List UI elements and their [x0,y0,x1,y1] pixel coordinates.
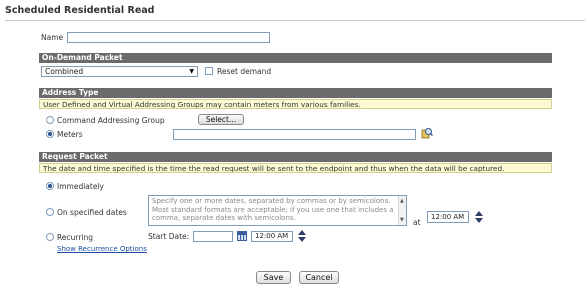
select-group-button[interactable]: Select... [198,114,244,125]
name-input[interactable] [67,32,270,43]
name-label: Name [41,33,64,42]
immediately-radio[interactable] [46,182,54,190]
textarea-scrollbar[interactable]: ▲ ▼ [398,196,406,225]
meter-lookup-icon[interactable] [421,127,433,139]
specified-dates-textarea[interactable]: Specify one or more dates, separated by … [148,195,407,226]
on-demand-packet-header: On-Demand Packet [39,53,552,63]
start-date-input[interactable] [193,231,233,242]
immediately-label: Immediately [57,182,104,191]
specified-time-input[interactable]: 12:00 AM [427,211,469,223]
at-label: at [413,218,421,227]
address-type-header: Address Type [39,88,552,98]
recurring-time-input[interactable]: 12:00 AM [251,231,293,242]
recurring-time-up-icon[interactable] [298,230,306,235]
page-title: Scheduled Residential Read [5,5,155,16]
recurring-label: Recurring [57,233,93,242]
recurring-time-spinner[interactable] [298,230,306,242]
request-packet-info: The date and time specified is the time … [39,163,552,173]
packet-type-value: Combined [45,67,84,76]
title-divider [5,20,585,21]
on-specified-dates-label: On specified dates [57,208,127,217]
address-type-info: User Defined and Virtual Addressing Grou… [39,99,552,109]
chevron-down-icon: ▼ [189,68,194,75]
command-addressing-group-label: Command Addressing Group [57,116,165,125]
reset-demand-label: Reset demand [217,67,272,76]
meters-input[interactable] [173,129,416,140]
time-up-icon[interactable] [475,211,483,216]
request-packet-header: Request Packet [39,152,552,162]
meters-radio[interactable] [46,130,54,138]
calendar-icon[interactable] [237,231,247,241]
reset-demand-checkbox[interactable] [205,67,213,75]
cancel-button[interactable]: Cancel [299,271,339,284]
recurring-radio[interactable] [46,233,54,241]
show-recurrence-options-link[interactable]: Show Recurrence Options [57,245,147,253]
command-addressing-group-radio[interactable] [46,116,54,124]
on-specified-dates-radio[interactable] [46,208,54,216]
scroll-down-icon[interactable]: ▼ [400,216,404,225]
start-date-label: Start Date: [148,232,190,241]
specified-time-spinner[interactable] [475,211,483,223]
recurring-time-down-icon[interactable] [298,237,306,242]
packet-type-select[interactable]: Combined ▼ [41,66,198,77]
save-button[interactable]: Save [256,271,291,284]
specified-dates-placeholder: Specify one or more dates, separated by … [152,197,394,222]
time-down-icon[interactable] [475,218,483,223]
scroll-up-icon[interactable]: ▲ [400,197,404,206]
meters-label: Meters [57,130,83,139]
